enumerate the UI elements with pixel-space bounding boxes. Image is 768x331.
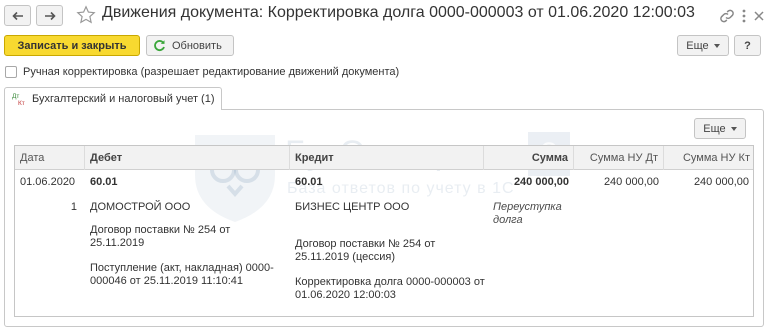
favorite-star-icon[interactable]	[76, 5, 96, 25]
arrow-left-icon	[11, 11, 23, 20]
forward-button[interactable]	[36, 5, 63, 26]
credit-account: 60.01	[295, 176, 323, 188]
page-title: Движения документа: Корректировка долга …	[102, 4, 695, 21]
chevron-down-icon	[730, 126, 737, 131]
more-menu-button[interactable]: Еще	[677, 35, 729, 56]
row-date: 01.06.2020	[20, 176, 76, 188]
debit-subconto-2: Договор поставки № 254 от 25.11.2019	[90, 224, 231, 249]
column-header-date[interactable]: Дата	[15, 146, 85, 170]
refresh-button[interactable]: Обновить	[146, 35, 234, 56]
table-header: Дата Дебет Кредит Сумма Сумма НУ Дт Сумм…	[15, 146, 753, 170]
credit-subconto-1: БИЗНЕС ЦЕНТР ООО	[295, 201, 410, 213]
close-icon[interactable]	[753, 8, 765, 24]
table-more-button[interactable]: Еще	[694, 118, 746, 139]
row-amount-nu-kt: 240 000,00	[693, 176, 749, 188]
row-amount: 240 000,00	[513, 176, 569, 188]
column-header-amount-nu-kt[interactable]: Сумма НУ Кт	[664, 146, 753, 170]
arrow-right-icon	[44, 11, 56, 20]
column-header-amount[interactable]: Сумма	[484, 146, 574, 170]
column-header-credit[interactable]: Кредит	[290, 146, 484, 170]
help-button[interactable]: ?	[734, 35, 761, 56]
link-icon[interactable]	[719, 8, 735, 24]
svg-text:Кт: Кт	[18, 100, 25, 106]
refresh-label: Обновить	[172, 39, 222, 52]
accounting-register-icon: Дт Кт	[12, 93, 25, 106]
back-button[interactable]	[4, 5, 31, 26]
credit-subconto-3: Корректировка долга 0000-000003 от 01.06…	[295, 276, 485, 301]
svg-text:Дт: Дт	[12, 93, 19, 100]
row-content: Переуступка долга	[493, 201, 562, 226]
column-header-amount-nu-dt[interactable]: Сумма НУ Дт	[574, 146, 664, 170]
credit-subconto-2: Договор поставки № 254 от 25.11.2019 (це…	[295, 238, 436, 263]
debit-account: 60.01	[90, 176, 118, 188]
row-amount-nu-dt: 240 000,00	[603, 176, 659, 188]
movements-table: Дата Дебет Кредит Сумма Сумма НУ Дт Сумм…	[14, 145, 754, 317]
tab-label: Бухгалтерский и налоговый учет (1)	[32, 93, 215, 105]
debit-subconto-3: Поступление (акт, накладная) 0000-000046…	[90, 262, 274, 287]
manual-correction-label: Ручная корректировка (разрешает редактир…	[23, 66, 400, 78]
manual-correction-row[interactable]: Ручная корректировка (разрешает редактир…	[5, 66, 399, 78]
row-line-number: 1	[70, 201, 77, 213]
more-label: Еще	[686, 39, 709, 52]
chevron-down-icon	[713, 43, 720, 48]
refresh-icon	[154, 40, 165, 52]
table-more-label: Еще	[703, 122, 726, 135]
more-vertical-icon[interactable]	[741, 8, 747, 24]
column-header-debit[interactable]: Дебет	[85, 146, 290, 170]
tab-accounting[interactable]: Дт Кт Бухгалтерский и налоговый учет (1)	[4, 87, 222, 110]
save-and-close-button[interactable]: Записать и закрыть	[4, 35, 140, 56]
debit-subconto-1: ДОМОСТРОЙ ООО	[90, 201, 191, 213]
manual-correction-checkbox[interactable]	[5, 66, 17, 78]
